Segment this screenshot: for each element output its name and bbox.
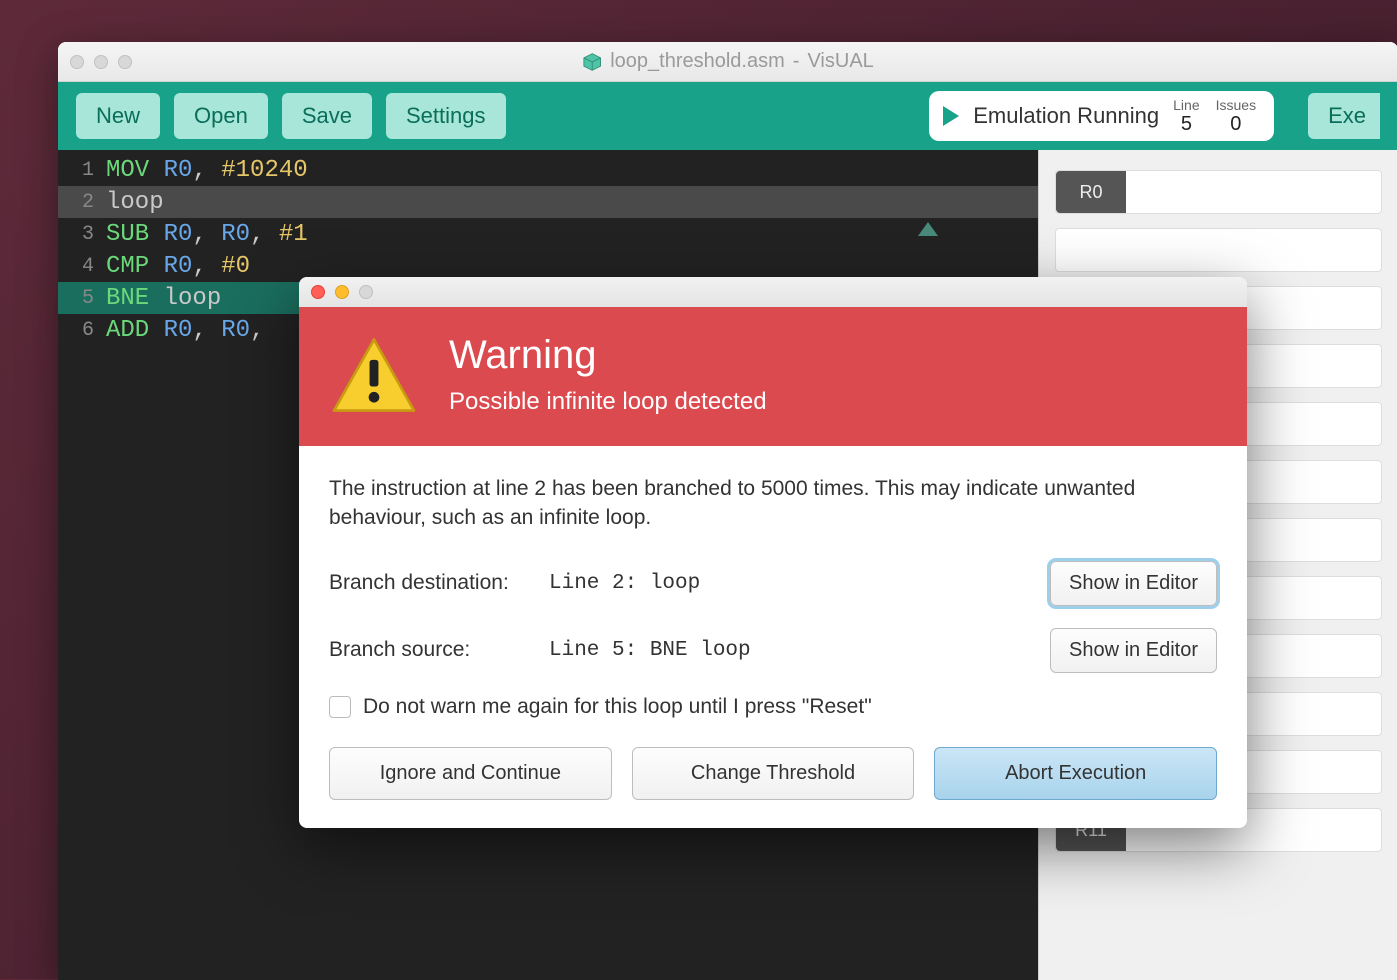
- branch-src-label: Branch source:: [329, 638, 549, 662]
- line-number: 6: [58, 319, 106, 342]
- execute-button[interactable]: Exe: [1308, 93, 1380, 139]
- main-traffic-lights: [70, 55, 132, 69]
- editor-line[interactable]: 2loop: [58, 186, 1038, 218]
- code-content: MOV R0, #10240: [106, 157, 308, 184]
- dialog-subtitle: Possible infinite loop detected: [449, 388, 767, 416]
- line-number: 5: [58, 287, 106, 310]
- branch-dest-value: Line 2: loop: [549, 572, 1050, 595]
- minimize-icon[interactable]: [94, 55, 108, 69]
- register-row: R0: [1055, 170, 1382, 214]
- suppress-checkbox[interactable]: [329, 696, 351, 718]
- warning-dialog: Warning Possible infinite loop detected …: [299, 277, 1247, 828]
- dialog-header: Warning Possible infinite loop detected: [299, 307, 1247, 446]
- editor-line[interactable]: 1MOV R0, #10240: [58, 154, 1038, 186]
- minimize-icon[interactable]: [335, 285, 349, 299]
- play-icon: [943, 106, 959, 126]
- branch-dest-label: Branch destination:: [329, 571, 549, 595]
- ignore-button[interactable]: Ignore and Continue: [329, 747, 612, 800]
- zoom-icon[interactable]: [118, 55, 132, 69]
- title-appname: VisUAL: [807, 50, 873, 73]
- main-titlebar: loop_threshold.asm - VisUAL: [58, 42, 1397, 82]
- title-filename: loop_threshold.asm: [610, 50, 785, 73]
- dialog-title: Warning: [449, 333, 767, 378]
- zoom-icon: [359, 285, 373, 299]
- show-src-button[interactable]: Show in Editor: [1050, 628, 1217, 673]
- dialog-body: The instruction at line 2 has been branc…: [299, 446, 1247, 828]
- status-pill: Emulation Running Line 5 Issues 0: [929, 91, 1274, 141]
- toolbar: New Open Save Settings Emulation Running…: [58, 82, 1397, 150]
- dialog-titlebar: [299, 277, 1247, 307]
- branch-arrow-icon: [918, 222, 938, 236]
- open-button[interactable]: Open: [174, 93, 268, 139]
- line-number: 1: [58, 159, 106, 182]
- settings-button[interactable]: Settings: [386, 93, 506, 139]
- code-content: BNE loop: [106, 285, 221, 312]
- abort-button[interactable]: Abort Execution: [934, 747, 1217, 800]
- close-icon[interactable]: [311, 285, 325, 299]
- status-issues: Issues 0: [1216, 97, 1256, 136]
- line-number: 3: [58, 223, 106, 246]
- status-line: Line 5: [1173, 97, 1199, 136]
- suppress-label: Do not warn me again for this loop until…: [363, 695, 872, 719]
- code-content: ADD R0, R0,: [106, 317, 264, 344]
- register-label: R0: [1056, 171, 1126, 213]
- branch-src-value: Line 5: BNE loop: [549, 639, 1050, 662]
- window-title: loop_threshold.asm - VisUAL: [582, 50, 874, 73]
- code-content: SUB R0, R0, #1: [106, 221, 308, 248]
- title-separator: -: [793, 50, 800, 73]
- line-number: 4: [58, 255, 106, 278]
- status-text: Emulation Running: [973, 103, 1159, 129]
- line-number: 2: [58, 191, 106, 214]
- warning-icon: [329, 335, 419, 415]
- show-dest-button[interactable]: Show in Editor: [1050, 561, 1217, 606]
- cube-icon: [582, 52, 602, 72]
- change-threshold-button[interactable]: Change Threshold: [632, 747, 915, 800]
- save-button[interactable]: Save: [282, 93, 372, 139]
- dialog-message: The instruction at line 2 has been branc…: [329, 474, 1217, 533]
- new-button[interactable]: New: [76, 93, 160, 139]
- register-row: [1055, 228, 1382, 272]
- code-content: loop: [106, 189, 164, 216]
- close-icon[interactable]: [70, 55, 84, 69]
- code-content: CMP R0, #0: [106, 253, 250, 280]
- editor-line[interactable]: 3SUB R0, R0, #1: [58, 218, 1038, 250]
